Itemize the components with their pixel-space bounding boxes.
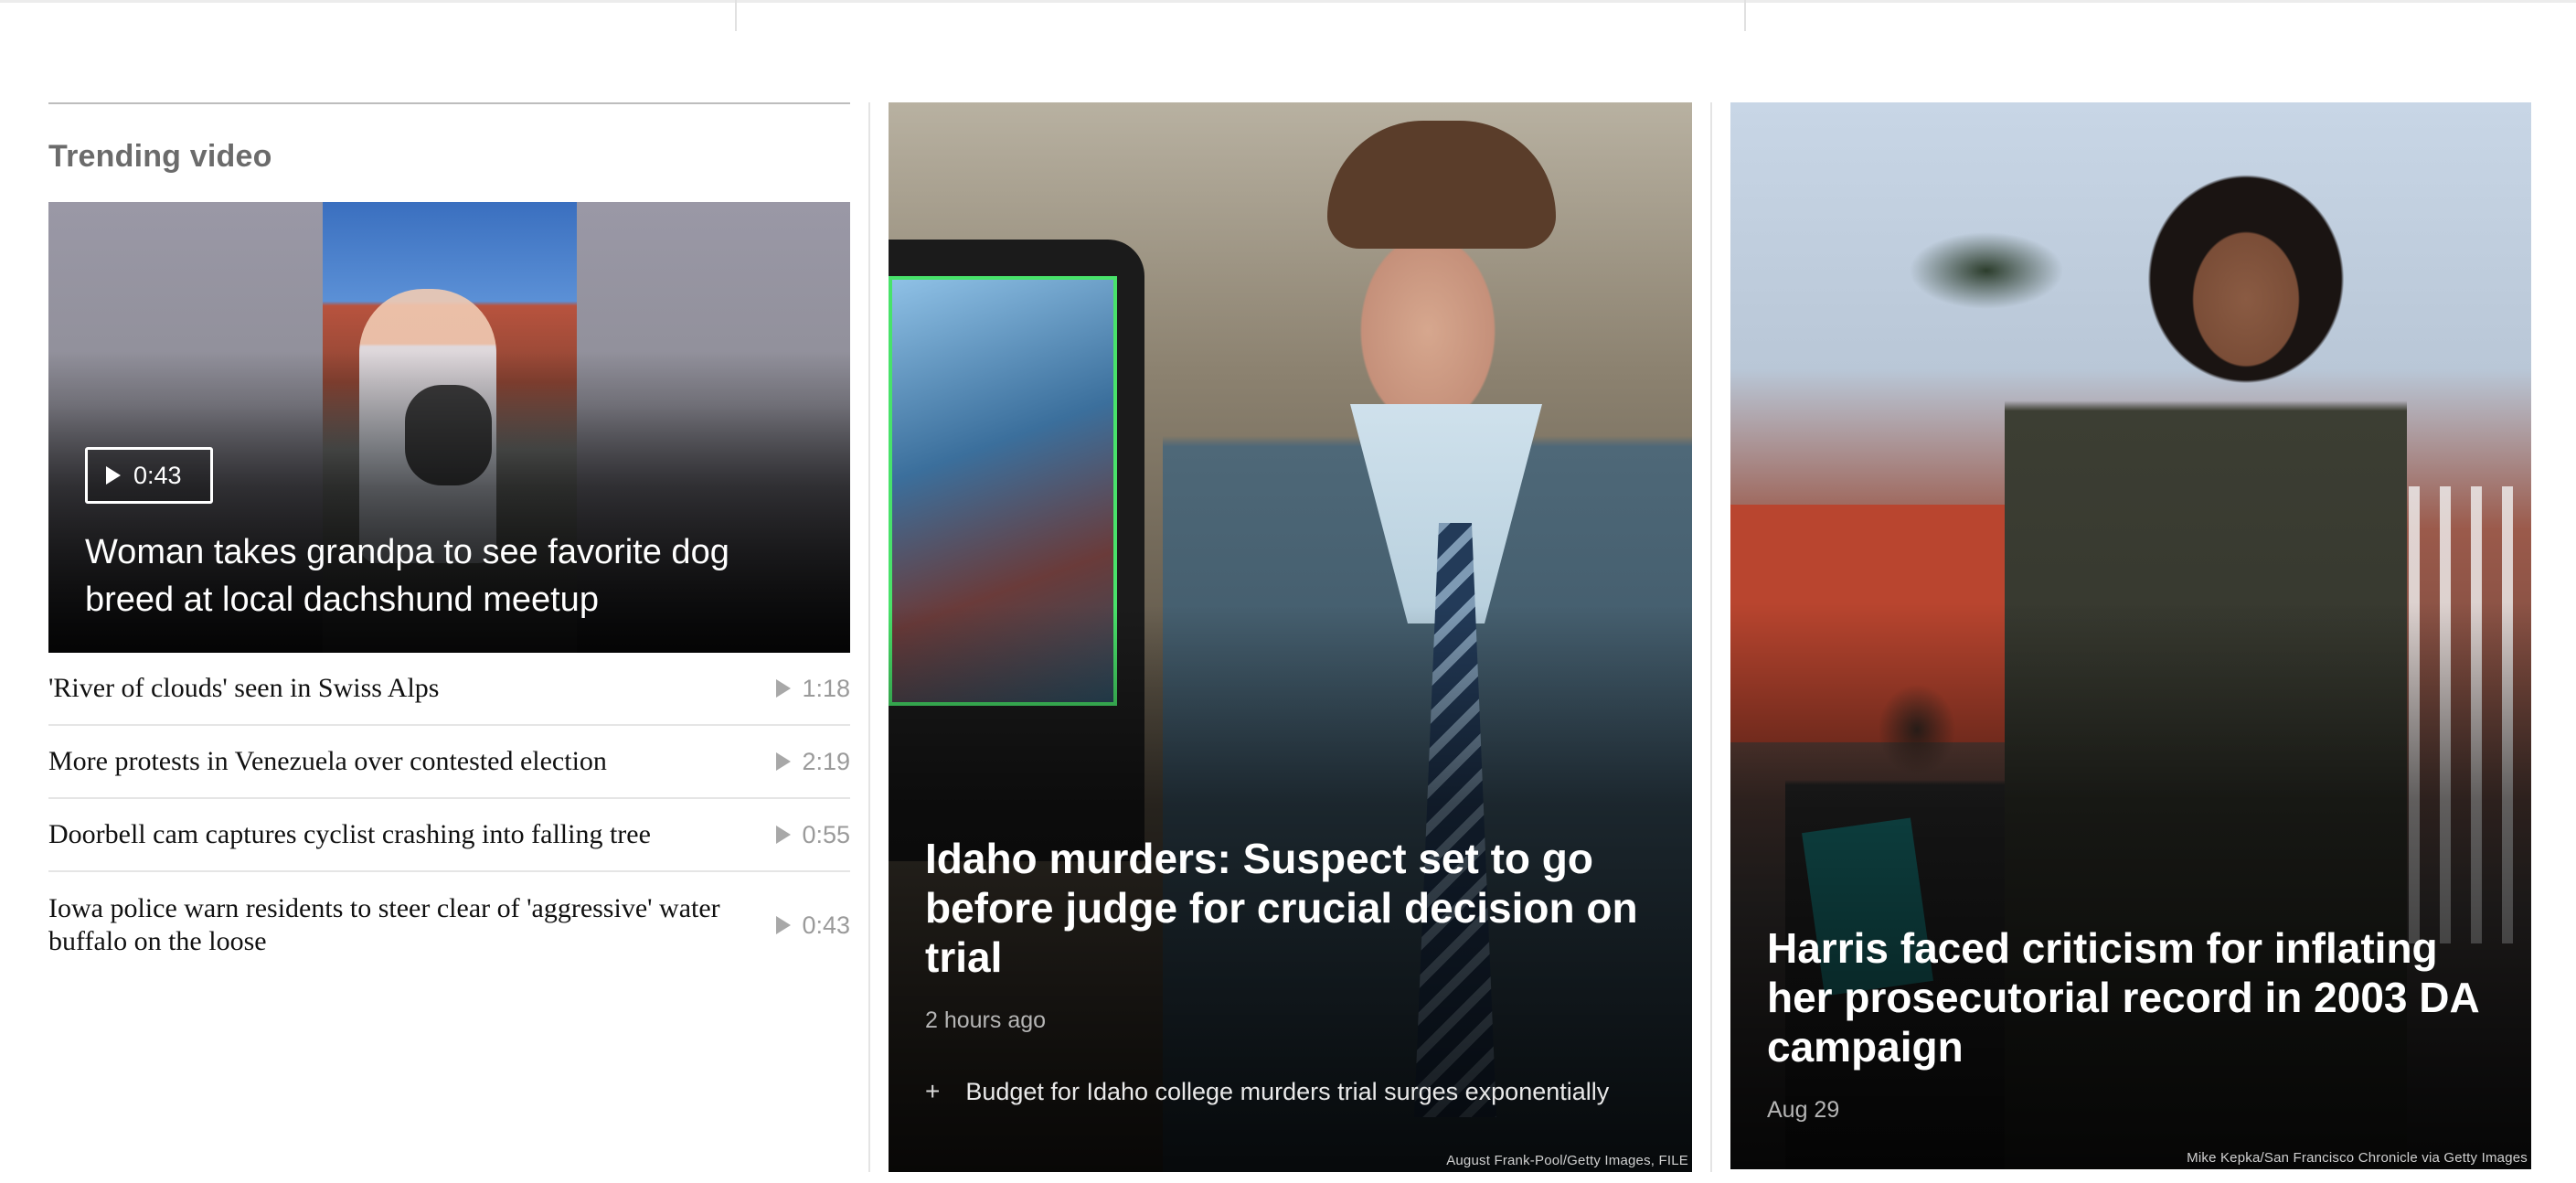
top-column-divider <box>735 0 737 31</box>
play-icon <box>776 916 792 934</box>
video-list: 'River of clouds' seen in Swiss Alps 1:1… <box>48 653 850 978</box>
video-duration: 1:18 <box>776 672 850 705</box>
featured-video-title[interactable]: Woman takes grandpa to see favorite dog … <box>85 528 814 623</box>
plus-icon: + <box>925 1077 941 1105</box>
video-list-item[interactable]: Doorbell cam captures cyclist crashing i… <box>48 799 850 872</box>
story-headline[interactable]: Idaho murders: Suspect set to go before … <box>925 834 1655 982</box>
video-duration: 0:43 <box>133 461 182 489</box>
video-title[interactable]: Doorbell cam captures cyclist crashing i… <box>48 818 651 851</box>
video-title[interactable]: More protests in Venezuela over conteste… <box>48 745 607 778</box>
photo-credit: Mike Kepka/San Francisco Chronicle via G… <box>2187 1150 2528 1166</box>
story-card[interactable]: Harris faced criticism for inflating her… <box>1730 102 2531 1169</box>
related-story-link[interactable]: + Budget for Idaho college murders trial… <box>925 1077 1655 1106</box>
section-rule <box>48 102 850 104</box>
card-gradient <box>1730 602 2531 1169</box>
play-icon <box>106 466 121 485</box>
video-title[interactable]: Iowa police warn residents to steer clea… <box>48 892 725 958</box>
story-headline[interactable]: Harris faced criticism for inflating her… <box>1767 923 2495 1071</box>
story-timestamp: Aug 29 <box>1767 1097 1840 1123</box>
story-timestamp: 2 hours ago <box>925 1007 1047 1033</box>
video-title[interactable]: 'River of clouds' seen in Swiss Alps <box>48 672 439 705</box>
duration-text: 1:18 <box>802 675 850 702</box>
video-duration: 0:43 <box>776 909 850 942</box>
video-list-item[interactable]: Iowa police warn residents to steer clea… <box>48 872 850 978</box>
play-icon <box>776 752 792 771</box>
video-duration: 2:19 <box>776 745 850 778</box>
column-separator <box>868 102 870 1172</box>
play-icon <box>776 826 792 844</box>
video-list-item[interactable]: 'River of clouds' seen in Swiss Alps 1:1… <box>48 653 850 726</box>
story-card[interactable]: Idaho murders: Suspect set to go before … <box>889 102 1692 1172</box>
featured-video[interactable]: 0:43 Woman takes grandpa to see favorite… <box>48 202 850 653</box>
duration-text: 2:19 <box>802 748 850 775</box>
trending-video-section: Trending video 0:43 Woman takes grandpa … <box>48 102 850 978</box>
top-divider <box>0 0 2576 3</box>
photo-credit: August Frank-Pool/Getty Images, FILE <box>1446 1153 1688 1168</box>
play-button[interactable]: 0:43 <box>85 447 213 504</box>
duration-text: 0:55 <box>802 821 850 848</box>
related-story-title[interactable]: Budget for Idaho college murders trial s… <box>965 1078 1609 1106</box>
news-page: Trending video 0:43 Woman takes grandpa … <box>0 0 2576 1183</box>
top-column-divider <box>1744 0 1746 31</box>
video-list-item[interactable]: More protests in Venezuela over conteste… <box>48 726 850 799</box>
column-separator <box>1710 102 1712 1172</box>
section-title: Trending video <box>48 139 272 174</box>
play-icon <box>776 679 792 698</box>
video-duration: 0:55 <box>776 818 850 851</box>
duration-text: 0:43 <box>802 911 850 939</box>
